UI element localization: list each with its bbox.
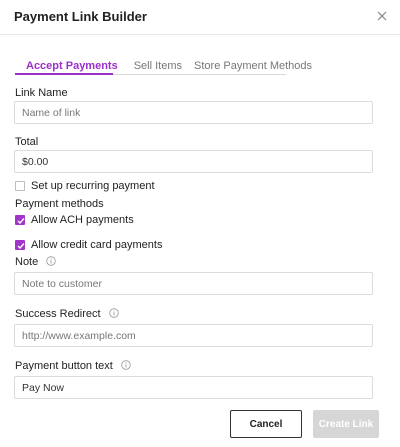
info-icon[interactable] xyxy=(121,360,131,370)
credit-card-payments-checkbox[interactable]: Allow credit card payments xyxy=(15,239,162,251)
payment-button-text-label: Payment button text xyxy=(15,360,113,372)
payment-methods-label: Payment methods xyxy=(15,198,104,210)
ach-payments-checkbox[interactable]: Allow ACH payments xyxy=(15,214,134,226)
dialog-header: Payment Link Builder xyxy=(0,0,400,34)
link-name-input[interactable] xyxy=(14,101,373,124)
create-link-button[interactable]: Create Link xyxy=(313,410,379,438)
ach-payments-label: Allow ACH payments xyxy=(31,214,134,226)
recurring-payment-label: Set up recurring payment xyxy=(31,180,155,192)
info-icon[interactable] xyxy=(108,308,119,318)
info-icon[interactable] xyxy=(46,256,57,266)
recurring-payment-checkbox[interactable]: Set up recurring payment xyxy=(15,180,155,192)
checkmark-icon xyxy=(17,243,25,250)
checkmark-icon xyxy=(17,218,25,225)
tab-store-payment-methods[interactable]: Store Payment Methods xyxy=(188,59,318,75)
note-label-row: Note xyxy=(15,256,57,268)
active-tab-indicator xyxy=(15,73,113,75)
payment-button-text-input[interactable] xyxy=(14,376,373,399)
credit-card-payments-label: Allow credit card payments xyxy=(31,239,163,251)
cancel-button[interactable]: Cancel xyxy=(230,410,302,438)
dialog-title: Payment Link Builder xyxy=(14,9,147,24)
checkbox-box[interactable] xyxy=(15,240,25,250)
success-redirect-label: Success Redirect xyxy=(15,308,101,320)
tab-sell-items[interactable]: Sell Items xyxy=(128,59,188,75)
total-input[interactable] xyxy=(14,150,373,173)
note-label: Note xyxy=(15,256,39,268)
checkbox-box[interactable] xyxy=(15,215,25,225)
payment-button-text-label-row: Payment button text xyxy=(15,360,131,372)
success-redirect-input[interactable] xyxy=(14,324,373,347)
header-divider xyxy=(0,34,400,35)
link-name-label: Link Name xyxy=(15,87,68,99)
checkbox-box[interactable] xyxy=(15,181,25,191)
total-label: Total xyxy=(15,136,39,148)
close-icon[interactable] xyxy=(376,9,388,21)
success-redirect-label-row: Success Redirect xyxy=(15,308,119,320)
note-input[interactable] xyxy=(14,272,373,295)
